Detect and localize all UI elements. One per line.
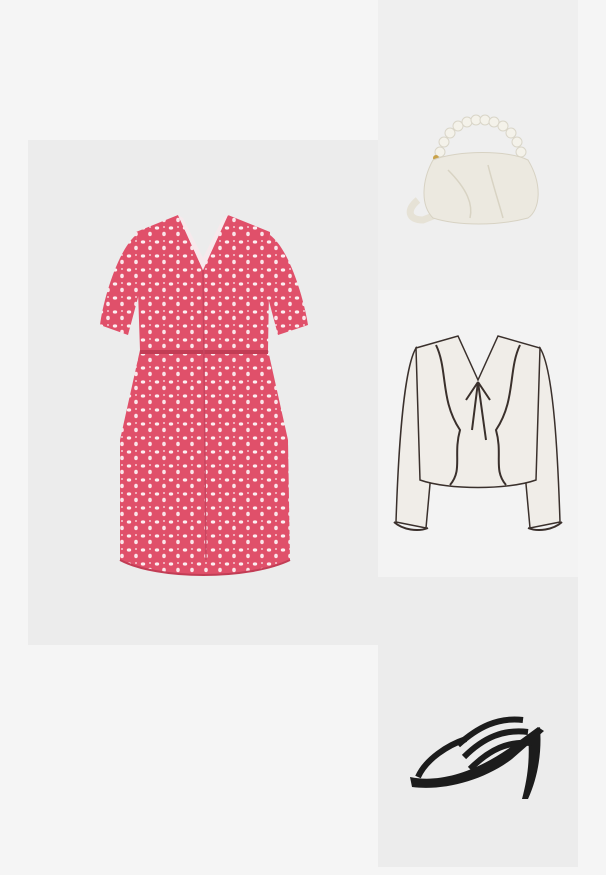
dress-product-tile[interactable] — [28, 140, 378, 645]
ruffle-top-product-tile[interactable] — [378, 290, 578, 577]
cream-pearl-handle-bag-icon — [406, 114, 539, 225]
white-ruffle-cardigan-icon — [393, 335, 563, 531]
black-strappy-heel-icon — [410, 716, 544, 799]
red-floral-dress-icon — [100, 215, 308, 576]
bag-product-tile[interactable] — [378, 0, 578, 290]
sandal-product-tile[interactable] — [378, 577, 578, 867]
